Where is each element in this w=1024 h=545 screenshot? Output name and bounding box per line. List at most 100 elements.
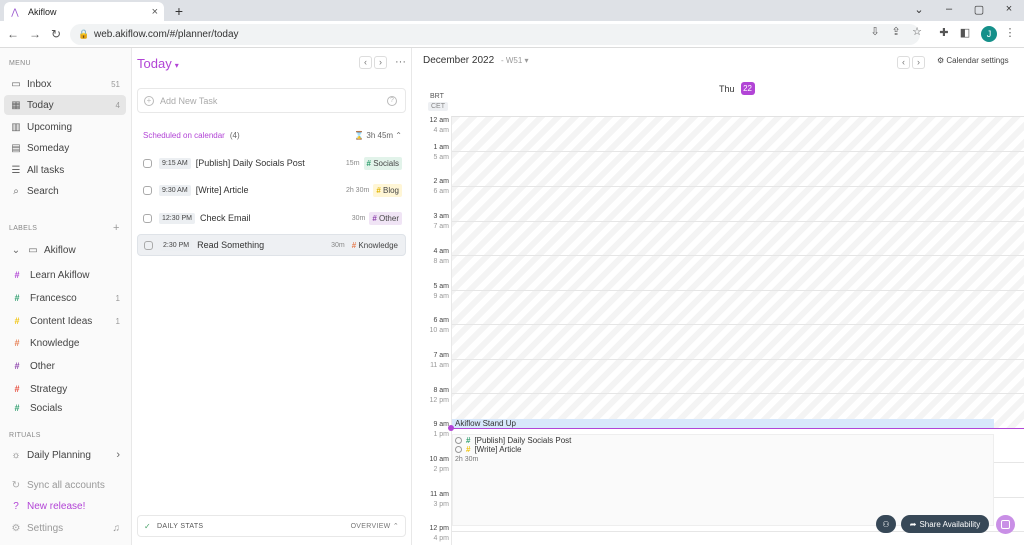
help-icon[interactable]: ? — [387, 95, 397, 106]
task-checkbox[interactable] — [455, 446, 462, 453]
daily-stats-bar[interactable]: ✓ DAILY STATS OVERVIEW ⌃ — [137, 515, 406, 537]
sidebar-folder-akiflow[interactable]: ⌄ ▭ Akiflow — [4, 240, 126, 260]
calendar-settings-button[interactable]: ⚙ Calendar settings — [937, 56, 1009, 65]
hour-label-secondary: 7 am — [433, 223, 449, 230]
share-icon: ➦ — [909, 519, 917, 529]
label-item-learn-akiflow[interactable]: # Learn Akiflow — [12, 266, 126, 284]
calendar-week: - W51 ▾ — [500, 56, 529, 65]
sidebar-item-today[interactable]: ▦ Today 4 — [4, 95, 126, 115]
label-item-francesco[interactable]: # Francesco 1 — [12, 289, 126, 307]
scheduled-section-header[interactable]: Scheduled on calendar (4) ⌛ 3h 45m ⌃ — [143, 131, 402, 140]
hour-label: 10 am — [429, 456, 449, 463]
sidebar-item-daily-planning[interactable]: ☼ Daily Planning › — [4, 445, 126, 465]
day-header[interactable]: Thu 22 — [719, 82, 755, 95]
task-label-badge[interactable]: # Knowledge — [349, 239, 401, 252]
bell-icon[interactable]: ♫ — [113, 523, 121, 534]
task-row[interactable]: 2:30 PM Read Something 30m # Knowledge — [137, 234, 406, 256]
hour-label: 6 am — [433, 317, 449, 324]
close-window-icon[interactable]: × — [1002, 3, 1016, 15]
profile-avatar[interactable]: J — [981, 26, 997, 42]
settings-button[interactable]: ⚙ Settings ♫ — [4, 518, 126, 538]
browser-menu-icon[interactable]: ⋮ — [1003, 26, 1017, 39]
task-duration: 30m — [331, 241, 345, 249]
hour-label-secondary: 1 pm — [433, 431, 449, 438]
timezone-secondary[interactable]: CET — [428, 102, 448, 111]
new-release-link[interactable]: ? New release! — [4, 496, 126, 516]
hour-label-secondary: 10 am — [429, 327, 449, 334]
block-task-item[interactable]: # [Write] Article — [455, 445, 521, 454]
task-row[interactable]: 9:30 AM [Write] Article 2h 30m # Blog — [137, 179, 406, 201]
lock-icon: 🔒 — [78, 29, 90, 39]
chevron-right-icon: › — [116, 449, 120, 461]
block-task-item[interactable]: # [Publish] Daily Socials Post — [455, 436, 571, 445]
task-label-badge[interactable]: # Blog — [373, 183, 402, 197]
back-icon[interactable]: ← — [6, 27, 20, 41]
task-checkbox[interactable] — [143, 158, 152, 168]
page-title[interactable]: Today ▾ — [137, 56, 179, 71]
hour-label: 1 am — [433, 144, 449, 151]
task-label-text: Other — [378, 213, 399, 223]
task-label-text: Socials — [373, 158, 399, 168]
label-item-socials[interactable]: # Socials — [12, 403, 126, 411]
sidebar-item-search[interactable]: ⌕ Search — [4, 181, 126, 201]
label-item-strategy[interactable]: # Strategy — [12, 380, 126, 398]
sidebar-item-all-tasks[interactable]: ☰ All tasks — [4, 160, 126, 180]
label-item-other[interactable]: # Other — [12, 357, 126, 375]
label-name: Other — [30, 360, 56, 372]
side-panel-icon[interactable]: ◧ — [958, 26, 972, 39]
calendar-next-button[interactable]: › — [912, 56, 925, 69]
calendar-task-block[interactable]: # [Publish] Daily Socials Post # [Write]… — [452, 434, 994, 526]
sidebar-item-upcoming[interactable]: ▥ Upcoming — [4, 117, 126, 137]
install-app-icon[interactable]: ⇩ — [868, 25, 882, 38]
hash-icon: # — [14, 403, 20, 411]
task-row[interactable]: 12:30 PM Check Email 30m # Other — [137, 207, 406, 229]
maximize-icon[interactable]: ▢ — [972, 3, 986, 16]
people-button[interactable]: ⚇ — [876, 515, 896, 533]
browser-tab[interactable]: ⋀ Akiflow × — [4, 2, 164, 21]
address-bar[interactable]: 🔒 web.akiflow.com/#/planner/today — [70, 24, 920, 45]
label-item-content-ideas[interactable]: # Content Ideas 1 — [12, 312, 126, 330]
task-checkbox[interactable] — [143, 185, 152, 195]
sidebar: MENU ▭ Inbox 51 ▦ Today 4 ▥ Upcoming ▤ S… — [0, 48, 132, 545]
overview-button[interactable]: OVERVIEW ⌃ — [351, 522, 399, 530]
new-tab-icon[interactable]: + — [172, 3, 186, 19]
chat-support-button[interactable] — [996, 515, 1015, 534]
add-task-input[interactable]: + Add New Task ? — [137, 88, 406, 113]
rituals-section-label: RITUALS — [9, 432, 41, 439]
task-list-panel: Today ▾ ‹ › ··· + Add New Task ? Schedule… — [133, 48, 412, 545]
task-label-badge[interactable]: # Socials — [363, 156, 402, 170]
tab-search-icon[interactable]: ⌄ — [912, 3, 926, 16]
hash-icon: # — [372, 213, 379, 223]
extensions-icon[interactable]: ✚ — [937, 26, 951, 39]
forward-icon[interactable]: → — [28, 27, 42, 41]
next-day-button[interactable]: › — [374, 56, 387, 69]
task-title: Check Email — [199, 213, 251, 223]
settings-label: Settings — [27, 522, 64, 534]
add-label-icon[interactable]: + — [113, 222, 119, 234]
reload-icon[interactable]: ↻ — [49, 27, 63, 41]
minimize-icon[interactable]: – — [942, 3, 956, 15]
sync-accounts-button[interactable]: ↻ Sync all accounts — [4, 475, 126, 495]
share-availability-button[interactable]: ➦ Share Availability — [901, 515, 989, 533]
sidebar-item-inbox[interactable]: ▭ Inbox 51 — [4, 74, 126, 94]
block-duration: 2h 30m — [455, 456, 479, 463]
task-row[interactable]: 9:15 AM [Publish] Daily Socials Post 15m… — [137, 152, 406, 174]
more-options-icon[interactable]: ··· — [395, 56, 406, 68]
task-checkbox[interactable] — [455, 437, 462, 444]
sidebar-item-someday[interactable]: ▤ Someday — [4, 138, 126, 158]
task-checkbox[interactable] — [144, 240, 153, 250]
chat-icon — [1001, 520, 1010, 529]
share-icon[interactable]: ⇪ — [889, 25, 903, 38]
task-checkbox[interactable] — [143, 213, 152, 223]
previous-day-button[interactable]: ‹ — [359, 56, 372, 69]
label-item-knowledge[interactable]: # Knowledge — [12, 334, 126, 352]
chevron-down-icon: ▾ — [174, 61, 179, 70]
folder-icon: ▭ — [28, 244, 38, 256]
calendar-prev-button[interactable]: ‹ — [897, 56, 910, 69]
calendar-header[interactable]: December 2022 - W51 ▾ — [423, 55, 529, 66]
close-tab-icon[interactable]: × — [152, 6, 158, 18]
hour-label-secondary: 2 pm — [433, 466, 449, 473]
task-label-text: Blog — [382, 185, 399, 195]
task-label-badge[interactable]: # Other — [369, 211, 402, 225]
bookmark-star-icon[interactable]: ☆ — [910, 25, 924, 38]
